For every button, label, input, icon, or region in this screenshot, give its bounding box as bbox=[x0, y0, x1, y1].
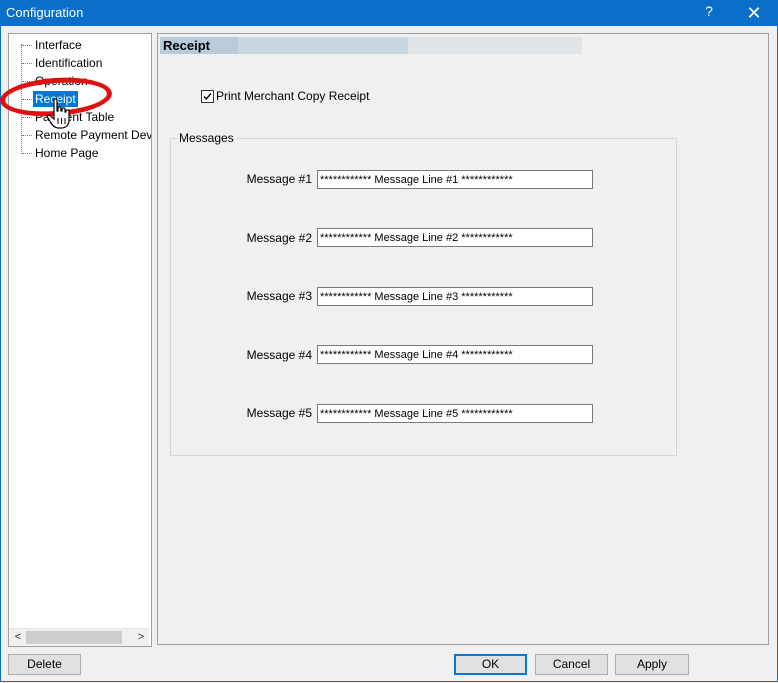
message-3-input[interactable] bbox=[317, 287, 593, 306]
tree-item-label: Identification bbox=[35, 56, 103, 70]
message-5-label: Message #5 bbox=[246, 406, 312, 420]
message-2-label: Message #2 bbox=[246, 231, 312, 245]
tree-item-label: Remote Payment Devi bbox=[35, 128, 152, 142]
scroll-left-icon[interactable]: < bbox=[11, 630, 25, 644]
tree-item-identification[interactable]: Identification bbox=[22, 55, 104, 71]
close-button[interactable]: ✕ bbox=[737, 1, 771, 25]
tree-item-label: Interface bbox=[35, 38, 82, 52]
tree-item-label: Home Page bbox=[35, 146, 99, 160]
cancel-button[interactable]: Cancel bbox=[535, 654, 608, 675]
title-bar: Configuration ? ✕ bbox=[0, 0, 778, 26]
tree-item-interface[interactable]: Interface bbox=[22, 37, 84, 53]
help-button[interactable]: ? bbox=[697, 3, 721, 23]
checkmark-icon bbox=[203, 93, 212, 101]
message-1-label: Message #1 bbox=[246, 172, 312, 186]
message-2-input[interactable] bbox=[317, 228, 593, 247]
message-1-input[interactable] bbox=[317, 170, 593, 189]
print-merchant-copy-label[interactable]: Print Merchant Copy Receipt bbox=[216, 89, 369, 103]
message-4-input[interactable] bbox=[317, 345, 593, 364]
scroll-right-icon[interactable]: > bbox=[134, 630, 148, 644]
message-5-input[interactable] bbox=[317, 404, 593, 423]
apply-button[interactable]: Apply bbox=[615, 654, 689, 675]
window-title: Configuration bbox=[6, 5, 84, 20]
section-title: Receipt bbox=[163, 38, 210, 53]
message-3-label: Message #3 bbox=[246, 289, 312, 303]
print-merchant-copy-checkbox[interactable] bbox=[201, 90, 214, 103]
delete-button[interactable]: Delete bbox=[8, 654, 81, 675]
hand-pointer-icon bbox=[46, 98, 70, 129]
config-tree[interactable]: Interface Identification Operation Recei… bbox=[8, 33, 152, 647]
tree-horizontal-scrollbar[interactable]: < > bbox=[9, 628, 149, 646]
ok-button[interactable]: OK bbox=[454, 654, 527, 675]
tree-item-home-page[interactable]: Home Page bbox=[22, 145, 100, 161]
section-header: Receipt bbox=[160, 37, 582, 54]
message-4-label: Message #4 bbox=[246, 348, 312, 362]
scroll-thumb[interactable] bbox=[26, 631, 122, 644]
messages-group-title: Messages bbox=[177, 131, 236, 145]
